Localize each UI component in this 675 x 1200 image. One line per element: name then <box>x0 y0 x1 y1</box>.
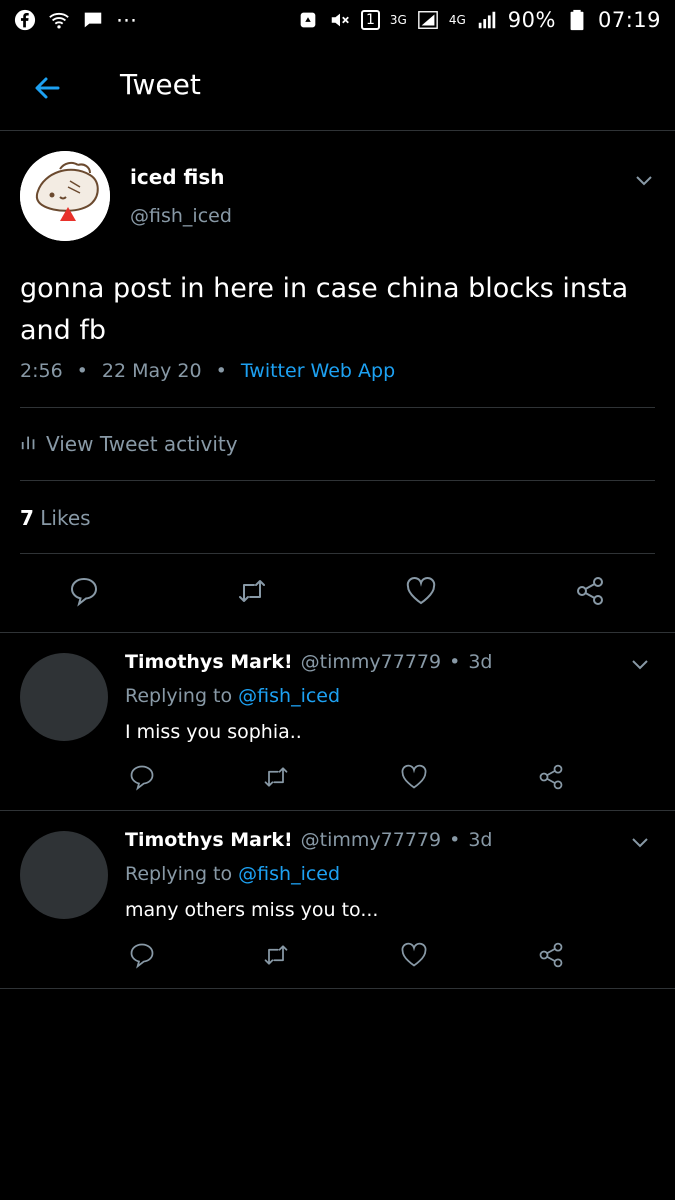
reply-author-name[interactable]: Timothys Mark! <box>125 829 293 851</box>
reply-tweet[interactable]: Timothys Mark! @timmy77779 • 3d Replying… <box>0 633 675 810</box>
page-title: Tweet <box>120 68 201 101</box>
back-arrow-icon[interactable] <box>28 68 68 108</box>
author-avatar[interactable] <box>20 151 110 241</box>
share-icon[interactable] <box>537 941 565 969</box>
replying-to-handle[interactable]: @fish_iced <box>238 685 340 707</box>
meta-separator: • <box>449 651 461 673</box>
reply-text: many others miss you to... <box>125 899 379 921</box>
meta-separator: • <box>215 360 227 382</box>
author-handle[interactable]: @fish_iced <box>130 205 232 227</box>
likes-count-link[interactable]: 7 Likes <box>20 506 91 530</box>
reply-author-handle[interactable]: @timmy77779 <box>301 829 441 851</box>
more-dots-icon: ⋯ <box>116 8 138 32</box>
sim-badge: 1 <box>360 10 380 30</box>
meta-separator: • <box>76 360 88 382</box>
replying-to-handle[interactable]: @fish_iced <box>238 863 340 885</box>
reply-age: 3d <box>468 829 493 851</box>
reply-avatar[interactable] <box>20 653 108 741</box>
likes-label: Likes <box>40 506 91 530</box>
divider <box>20 407 655 408</box>
tweet-author: iced fish @fish_iced <box>0 131 675 251</box>
replying-to: Replying to @fish_iced <box>125 685 340 707</box>
reply-icon[interactable] <box>128 763 156 791</box>
app-header: Tweet <box>0 48 675 131</box>
battery-percent: 90% <box>507 8 556 32</box>
reply-header: Timothys Mark! @timmy77779 • 3d <box>125 829 492 851</box>
heart-icon[interactable] <box>405 575 437 607</box>
author-name[interactable]: iced fish <box>130 165 225 189</box>
bar-chart-icon <box>20 432 38 456</box>
likes-count: 7 <box>20 506 34 530</box>
activity-label: View Tweet activity <box>46 432 238 456</box>
divider <box>0 988 675 989</box>
status-bar: ⋯ 1 3G 4G 90% 07:19 <box>0 0 675 40</box>
chevron-down-icon[interactable] <box>633 169 655 191</box>
retweet-icon[interactable] <box>262 941 290 969</box>
tweet-text: gonna post in here in case china blocks … <box>20 273 629 346</box>
reply-tweet[interactable]: Timothys Mark! @timmy77779 • 3d Replying… <box>0 811 675 988</box>
retweet-icon[interactable] <box>236 575 268 607</box>
retweet-icon[interactable] <box>262 763 290 791</box>
reply-age: 3d <box>468 651 493 673</box>
divider <box>20 480 655 481</box>
reply-author-handle[interactable]: @timmy77779 <box>301 651 441 673</box>
share-icon[interactable] <box>537 763 565 791</box>
replying-to-label: Replying to <box>125 685 233 707</box>
replying-to: Replying to @fish_iced <box>125 863 340 885</box>
signal-icon <box>417 9 439 31</box>
clock: 07:19 <box>597 8 661 32</box>
share-icon[interactable] <box>574 575 606 607</box>
message-icon <box>82 9 104 31</box>
facebook-icon <box>14 9 36 31</box>
tweet-activity-link[interactable]: View Tweet activity <box>20 432 238 456</box>
wifi-icon <box>48 9 70 31</box>
heart-icon[interactable] <box>400 763 428 791</box>
network-3g-label: 3G <box>389 13 407 27</box>
tweet-date: 22 May 20 <box>101 360 202 382</box>
tweet-source-link[interactable]: Twitter Web App <box>241 360 395 382</box>
divider <box>20 553 655 554</box>
replying-to-label: Replying to <box>125 863 233 885</box>
network-4g-label: 4G <box>448 13 466 27</box>
mute-icon <box>329 9 351 31</box>
reply-icon[interactable] <box>68 575 100 607</box>
tweet-meta: 2:56 • 22 May 20 • Twitter Web App <box>20 360 395 382</box>
reply-avatar[interactable] <box>20 831 108 919</box>
reply-icon[interactable] <box>128 941 156 969</box>
chevron-down-icon[interactable] <box>629 831 651 853</box>
reply-author-name[interactable]: Timothys Mark! <box>125 651 293 673</box>
battery-icon <box>566 9 588 31</box>
signal-bars-icon <box>476 9 498 31</box>
meta-separator: • <box>449 829 461 851</box>
recycle-icon <box>297 9 319 31</box>
tweet-time: 2:56 <box>20 360 63 382</box>
reply-header: Timothys Mark! @timmy77779 • 3d <box>125 651 492 673</box>
heart-icon[interactable] <box>400 941 428 969</box>
chevron-down-icon[interactable] <box>629 653 651 675</box>
reply-text: I miss you sophia.. <box>125 721 302 743</box>
